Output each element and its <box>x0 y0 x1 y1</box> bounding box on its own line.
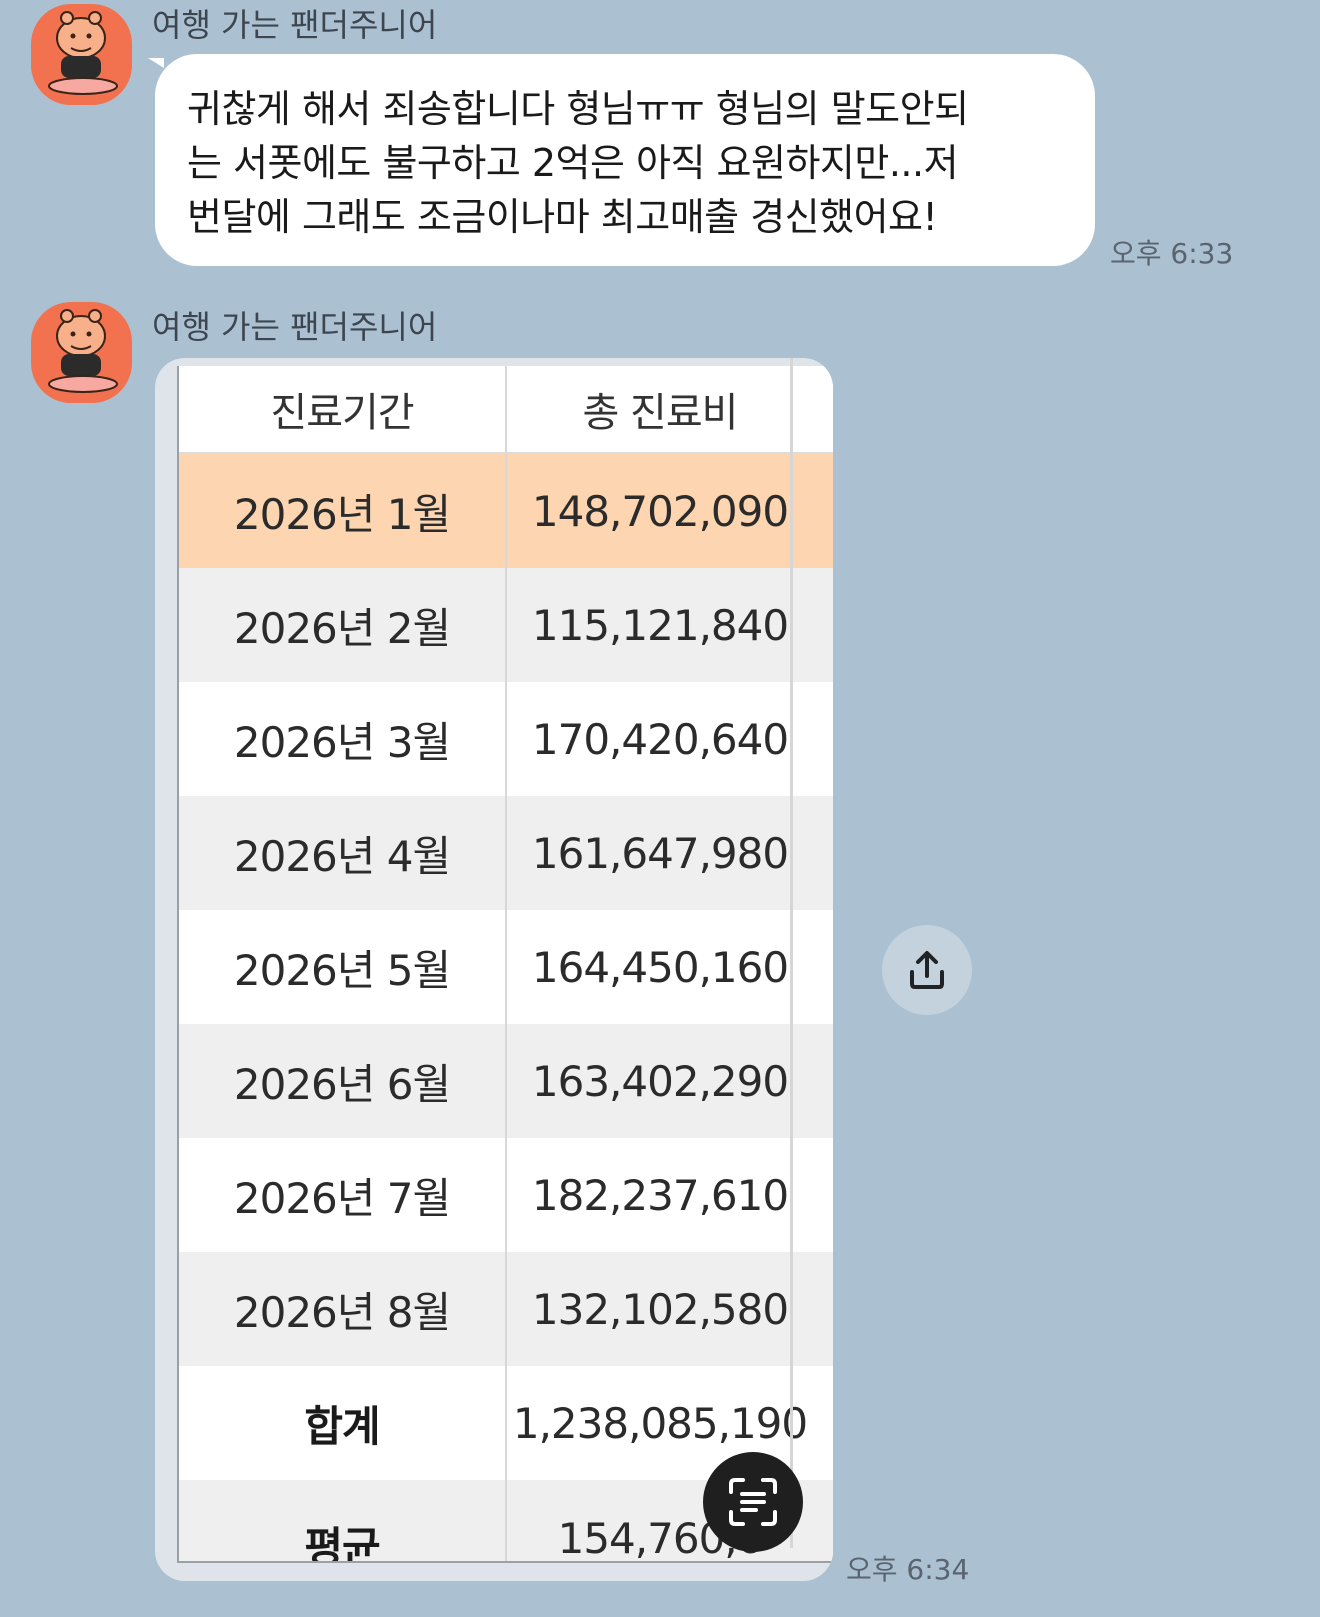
table-row: 2026년 6월 163,402,290 <box>179 1024 833 1138</box>
sender-name: 여행 가는 팬더주니어 <box>152 308 438 346</box>
table-row: 2026년 4월 161,647,980 <box>179 796 833 910</box>
cell-period: 2026년 3월 <box>179 682 507 796</box>
cell-period: 2026년 7월 <box>179 1138 507 1252</box>
cell-amount: 148,702,090 <box>531 486 789 536</box>
table-row: 2026년 3월 170,420,640 <box>179 682 833 796</box>
cell-period: 2026년 4월 <box>179 796 507 910</box>
header-period: 진료기간 <box>179 366 507 452</box>
table-header-row: 진료기간 총 진료비 <box>179 366 833 454</box>
cell-amount: 170,420,640 <box>531 714 789 764</box>
message-time: 오후 6:34 <box>846 1553 970 1586</box>
header-amount: 총 진료비 <box>582 390 739 436</box>
column-divider <box>790 358 793 1548</box>
panda-character-icon <box>48 309 118 393</box>
panda-character-icon <box>48 11 118 95</box>
bubble-tail <box>148 58 164 68</box>
cell-period: 2026년 5월 <box>179 910 507 1024</box>
table-row: 2026년 2월 115,121,840 <box>179 568 833 682</box>
total-label: 합계 <box>179 1366 507 1480</box>
cell-period: 2026년 2월 <box>179 568 507 682</box>
cell-amount: 164,450,160 <box>531 942 789 992</box>
cell-period: 2026년 6월 <box>179 1024 507 1138</box>
image-attachment[interactable]: 진료기간 총 진료비 2026년 1월 148,702,090 2026년 2월… <box>155 358 833 1581</box>
message-time: 오후 6:33 <box>1110 237 1234 270</box>
share-button[interactable] <box>882 925 972 1015</box>
spreadsheet-image: 진료기간 총 진료비 2026년 1월 148,702,090 2026년 2월… <box>177 366 833 1563</box>
avatar[interactable] <box>31 4 132 105</box>
text-scan-icon <box>729 1478 777 1526</box>
message-text: 귀찮게 해서 죄송합니다 형님ㅠㅠ 형님의 말도안되 는 서폿에도 불구하고 2… <box>187 87 969 239</box>
table-row: 2026년 5월 164,450,160 <box>179 910 833 1024</box>
cell-period: 2026년 8월 <box>179 1252 507 1366</box>
cell-amount: 161,647,980 <box>531 828 789 878</box>
cell-amount: 132,102,580 <box>531 1284 789 1334</box>
table-row: 2026년 8월 132,102,580 <box>179 1252 833 1366</box>
cell-amount: 163,402,290 <box>531 1056 789 1106</box>
avatar[interactable] <box>31 302 132 403</box>
text-scan-button[interactable] <box>703 1452 803 1552</box>
cell-amount: 115,121,840 <box>531 600 789 650</box>
cell-amount: 182,237,610 <box>531 1170 789 1220</box>
cell-period: 2026년 1월 <box>179 454 507 568</box>
message-bubble[interactable]: 귀찮게 해서 죄송합니다 형님ㅠㅠ 형님의 말도안되 는 서폿에도 불구하고 2… <box>155 54 1095 266</box>
share-upload-icon <box>910 951 944 989</box>
table-row: 2026년 7월 182,237,610 <box>179 1138 833 1252</box>
table-row: 2026년 1월 148,702,090 <box>179 454 833 568</box>
average-label: 평균 <box>179 1480 507 1561</box>
sender-name: 여행 가는 팬더주니어 <box>152 6 438 44</box>
